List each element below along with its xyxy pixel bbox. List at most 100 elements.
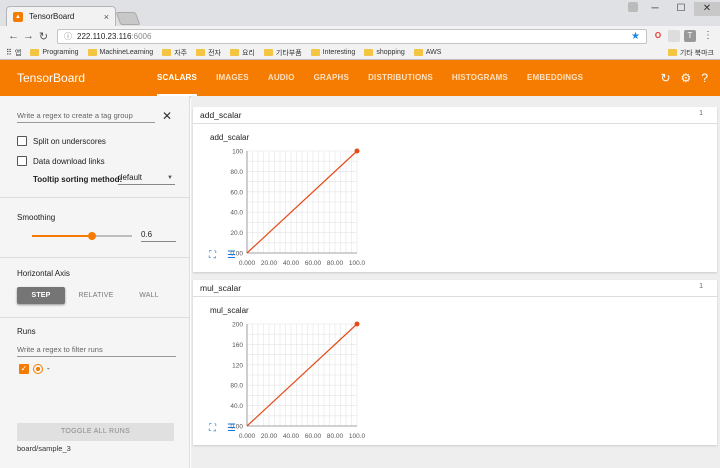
translate-extension-icon[interactable]: T [684,30,696,42]
run-checkbox[interactable]: ✓ [19,364,29,374]
folder-icon [196,49,206,56]
tensorboard-header: TensorBoard SCALARS IMAGES AUDIO GRAPHS … [0,60,720,96]
data-download-checkbox[interactable]: Data download links [17,156,105,166]
bookmark-folder[interactable]: AWS [413,49,441,56]
close-icon[interactable]: ✕ [162,109,172,123]
run-color-radio[interactable] [33,364,43,374]
bookmarks-bar: ⠿ 앱 Programing MachineLearning 자주 전자 요리 기… [0,46,720,60]
tab-close-icon[interactable]: × [104,12,109,22]
divider [0,197,190,198]
tab-images[interactable]: IMAGES [216,60,249,96]
bookmark-folder[interactable]: Programing [30,49,79,56]
y-tick-label: 20.0 [230,230,243,237]
data-download-label: Data download links [33,156,105,166]
chart-panel: add_scalar 0.00 20.0 40.0 60.0 80.0 100 0.000 2… [203,129,373,269]
x-tick-label: 20.00 [261,433,278,440]
log-scale-icon[interactable]: ☰ [227,423,236,434]
forward-arrow-icon[interactable]: → [21,30,36,42]
app-title: TensorBoard [17,71,86,85]
gear-icon[interactable]: ⚙ [681,71,692,85]
info-icon[interactable]: ⓘ [64,31,72,42]
fullscreen-icon[interactable]: ⛶ [209,423,216,434]
help-icon[interactable]: ? [701,71,708,85]
folder-icon [667,49,677,56]
bookmark-folder[interactable]: 요리 [229,48,255,58]
profile-icon[interactable] [628,2,638,12]
card-header[interactable]: mul_scalar 1 [193,280,717,297]
back-arrow-icon[interactable]: ← [6,30,21,42]
bookmark-apps[interactable]: ⠿ 앱 [6,48,21,58]
window-controls: ─ ☐ ✕ [642,2,720,16]
runs-label: Runs [17,327,36,336]
smoothing-slider-fill [32,235,92,237]
main-panel: add_scalar 1 add_scalar 0.00 20.0 40.0 60.0… [191,96,720,468]
folder-icon [30,49,40,56]
y-tick-label: 60.0 [230,189,243,196]
browser-tab-title: TensorBoard [29,12,75,21]
folder-icon [263,49,273,56]
fullscreen-icon[interactable]: ⛶ [209,250,216,261]
tooltip-sorting-select[interactable]: default ▼ [118,173,175,185]
scalar-chart-mul[interactable]: 0.0040.080.01201602000.000 20.00 40.00 60.0… [203,320,373,440]
y-tick-label: 160 [232,342,243,349]
card-header[interactable]: add_scalar 1 [193,107,717,124]
x-tick-label: 100.0 [349,260,366,267]
other-bookmarks[interactable]: 기타 북마크 [667,48,714,58]
bookmark-folder[interactable]: 전자 [196,48,221,58]
horizontal-axis-label: Horizontal Axis [17,269,70,278]
log-scale-icon[interactable]: ☰ [227,250,236,261]
toggle-all-runs-button[interactable]: TOGGLE ALL RUNS [17,423,174,441]
extension-icon[interactable] [668,30,680,42]
card-title: mul_scalar [200,283,242,293]
folder-icon [310,49,320,56]
smoothing-value-input[interactable]: 0.6 [141,230,176,242]
checkbox-box[interactable] [17,156,27,166]
maximize-icon[interactable]: ☐ [668,2,694,16]
tag-group-regex-input[interactable]: Write a regex to create a tag group [17,111,155,123]
smoothing-slider-handle[interactable] [88,232,96,240]
bookmark-folder[interactable]: MachineLearning [87,49,153,56]
browser-tab[interactable]: ▲ TensorBoard × [6,6,116,26]
new-tab-button[interactable] [115,12,141,25]
bookmark-folder[interactable]: 기타부품 [263,48,302,58]
y-tick-label: 200 [232,322,243,329]
axis-step-button[interactable]: STEP [17,287,65,304]
url-port: :6006 [131,32,152,41]
tab-scalars[interactable]: SCALARS [157,60,198,96]
scalar-chart-add[interactable]: 0.0020.040.060.080.01000.000 20.00 40.00 60… [203,147,373,267]
data-point [354,148,360,154]
window-close-icon[interactable]: ✕ [694,2,720,16]
tab-audio[interactable]: AUDIO [268,60,295,96]
opera-extension-icon[interactable]: O [652,30,664,42]
apps-icon: ⠿ [6,48,12,57]
bookmark-folder[interactable]: 자주 [162,48,187,58]
axis-relative-button[interactable]: RELATIVE [72,287,120,304]
tag-card-add-scalar: add_scalar 1 add_scalar 0.00 20.0 40.0 60.0… [193,107,717,272]
chart-title: add_scalar [210,133,250,142]
tab-graphs[interactable]: GRAPHS [314,60,349,96]
y-tick-label: 80.0 [230,383,243,390]
refresh-icon[interactable]: ↻ [660,71,670,85]
bookmark-folder[interactable]: shopping [364,49,405,56]
split-underscores-checkbox[interactable]: Split on underscores [17,136,106,146]
folder-icon [364,49,374,56]
runs-filter-input[interactable]: Write a regex to filter runs [17,345,176,357]
bookmark-folder[interactable]: Interesting [310,49,355,56]
sidebar: Write a regex to create a tag group ✕ Sp… [0,96,190,468]
menu-icon[interactable]: ⋮ [702,30,714,42]
minimize-icon[interactable]: ─ [642,2,668,16]
axis-wall-button[interactable]: WALL [125,287,173,304]
bookmark-star-icon[interactable]: ★ [631,31,640,42]
checkbox-box[interactable] [17,136,27,146]
tooltip-sorting-label: Tooltip sorting method: [33,175,123,184]
address-bar[interactable]: ⓘ 222.110.23.116 :6006 ★ [57,29,647,44]
folder-icon [413,49,423,56]
folder-icon [87,49,97,56]
tab-embeddings[interactable]: EMBEDDINGS [527,60,583,96]
tab-distributions[interactable]: DISTRIBUTIONS [368,60,433,96]
folder-icon [229,49,239,56]
tab-histograms[interactable]: HISTOGRAMS [452,60,508,96]
y-tick-label: 40.0 [230,210,243,217]
y-tick-label: 80.0 [230,169,243,176]
reload-icon[interactable]: ↻ [36,30,51,43]
